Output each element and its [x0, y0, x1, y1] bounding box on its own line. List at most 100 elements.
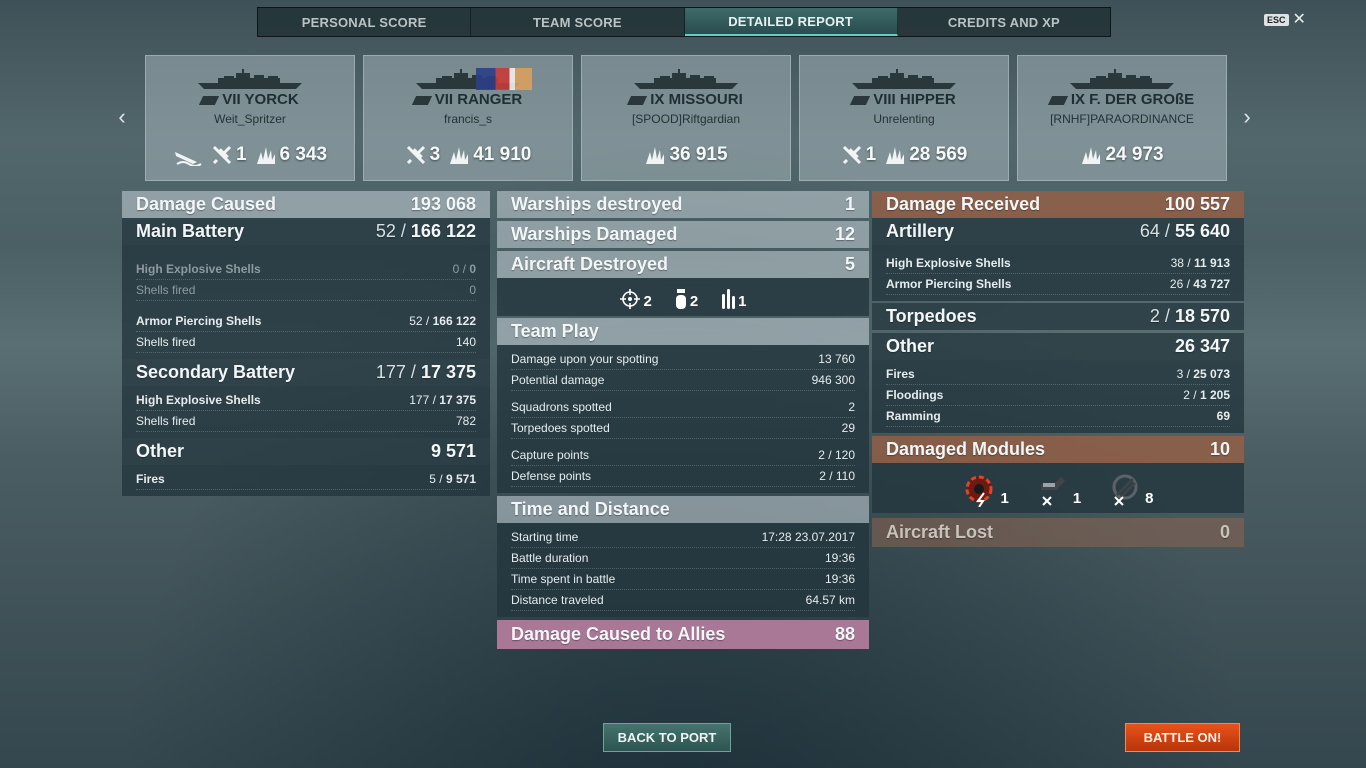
- stat-row: Battle duration 19:36: [511, 548, 855, 569]
- ship-tier: IX: [650, 91, 665, 108]
- player-name: Weit_Spritzer: [214, 112, 286, 126]
- stat-label: Capture points: [511, 448, 590, 462]
- damage-value: 41 910: [473, 144, 532, 165]
- ship-tier: IX: [1070, 91, 1085, 108]
- main-battery-header: Main Battery 52 / 166 122: [122, 218, 490, 245]
- stat-value: 2: [848, 400, 855, 414]
- report-tabs: PERSONAL SCORE TEAM SCORE DETAILED REPOR…: [257, 7, 1111, 37]
- planes-destroyed-stat: 3: [405, 144, 441, 166]
- stat-value: 17:28 23.07.2017: [761, 530, 855, 544]
- received-he-row: High Explosive Shells 38 / 11 913: [886, 253, 1230, 274]
- ship-card[interactable]: VII YORCK Weit_Spritzer 1 6 343: [145, 55, 355, 181]
- stat-row: Time spent in battle 19:36: [511, 569, 855, 590]
- stat-value: 2 / 110: [819, 469, 855, 483]
- stat-label: Potential damage: [511, 373, 605, 387]
- received-ap-row: Armor Piercing Shells 26 / 43 727: [886, 274, 1230, 295]
- stat-row: Torpedoes spotted 29: [511, 418, 855, 439]
- stat-value: 19:36: [824, 551, 855, 565]
- ship-card[interactable]: VII RANGER francis_s 3 41 910: [363, 55, 573, 181]
- damage-to-allies-header: Damage Caused to Allies 88: [497, 620, 869, 649]
- torpedo-icon: 1: [720, 288, 747, 310]
- ship-silhouette-icon: [850, 68, 958, 90]
- back-to-port-button[interactable]: BACK TO PORT: [603, 723, 731, 752]
- tab-detailed-report[interactable]: DETAILED REPORT: [684, 8, 898, 36]
- flag-portrait-icon: [476, 68, 532, 90]
- main-battery-value: 52 / 166 122: [375, 221, 476, 241]
- ship-stats: 3 41 910: [364, 144, 572, 166]
- tab-credits-and-xp[interactable]: CREDITS AND XP: [898, 8, 1110, 36]
- secondary-battery-details: High Explosive Shells 177 / 17 375 Shell…: [122, 386, 490, 438]
- stat-value: 64.57 km: [805, 593, 855, 607]
- stat-label: Defense points: [511, 469, 592, 483]
- close-button[interactable]: ESC ✕: [1264, 12, 1306, 28]
- damage-caused-label: Damage Caused: [136, 194, 277, 214]
- ap-shells-row: Armor Piercing Shells 52 / 166 122: [136, 311, 476, 332]
- ship-card[interactable]: VIII HIPPER Unrelenting 1 28 569: [799, 55, 1009, 181]
- stat-row: Defense points 2 / 110: [511, 466, 855, 487]
- explosion-icon: [450, 147, 469, 164]
- ship-class-icon: [850, 95, 871, 105]
- ap-shells-fired-row: Shells fired 140: [136, 332, 476, 353]
- damage-received-panel: Damage Received 100 557 Artillery 64 / 55…: [872, 191, 1244, 547]
- crosshair-icon: 2: [619, 288, 652, 310]
- ship-name: VIII HIPPER: [800, 91, 1008, 108]
- battle-on-button[interactable]: BATTLE ON!: [1125, 723, 1240, 752]
- other-damage-details: Fires 5 / 9 571: [122, 465, 490, 496]
- ship-name-text: HIPPER: [899, 91, 956, 108]
- stat-value: 2 / 120: [818, 448, 855, 462]
- ship-class-icon: [411, 95, 432, 105]
- damage-value: 28 569: [909, 144, 968, 165]
- ship-tier: VII: [222, 91, 241, 108]
- ship-card[interactable]: IX F. DER GROßE [RNHF]PARAORDINANCE 24 973: [1017, 55, 1227, 181]
- stat-label: Starting time: [511, 530, 579, 544]
- planes-count: 3: [429, 144, 441, 165]
- team-play-details: Damage upon your spotting 13 760 Potential…: [497, 345, 869, 493]
- stat-label: Distance traveled: [511, 593, 604, 607]
- turret-destroyed-icon: 1: [1035, 473, 1081, 507]
- explosion-icon: [1082, 147, 1101, 164]
- warships-destroyed-header: Warships destroyed 1: [497, 191, 869, 218]
- stat-row: Squadrons spotted 2: [511, 397, 855, 418]
- time-distance-header: Time and Distance: [497, 496, 869, 523]
- torpedoes-header: Torpedoes 2 / 18 570: [872, 303, 1244, 330]
- player-name: [SPOOD]Riftgardian: [631, 112, 741, 126]
- other-damage-header: Other 9 571: [122, 438, 490, 465]
- ship-tier: VII: [434, 91, 454, 108]
- received-other-header: Other 26 347: [872, 333, 1244, 360]
- tab-team-score[interactable]: TEAM SCORE: [471, 8, 685, 36]
- artillery-header: Artillery 64 / 55 640: [872, 218, 1244, 245]
- ship-stats: 1 28 569: [800, 144, 1008, 166]
- carousel-prev-arrow-icon[interactable]: ‹: [112, 104, 132, 130]
- ship-name-text: YORCK: [244, 91, 299, 108]
- esc-key-badge: ESC: [1264, 14, 1289, 26]
- ship-card[interactable]: IX MISSOURI [SPOOD]Riftgardian 36 915: [581, 55, 791, 181]
- ship-name-text: RANGER: [457, 91, 523, 108]
- damage-stat: 6 343: [255, 144, 327, 166]
- damage-value: 36 915: [669, 144, 728, 165]
- ship-silhouette-icon: [1068, 68, 1176, 90]
- he-shells-row: High Explosive Shells 0 / 0: [136, 259, 476, 280]
- damage-stat: 28 569: [884, 144, 967, 166]
- engine-damaged-icon: 1: [962, 473, 1009, 507]
- planes-destroyed-stat: 1: [841, 144, 876, 166]
- ship-stats: 24 973: [1018, 144, 1226, 166]
- received-other-details: Fires 3 / 25 073 Floodings 2 / 1 205 Ram…: [872, 360, 1244, 433]
- ship-name: VII YORCK: [146, 91, 354, 108]
- damage-caused-panel: Damage Caused 193 068 Main Battery 52 / …: [122, 191, 490, 496]
- stat-label: Damage upon your spotting: [511, 352, 659, 366]
- aircraft-lost-header: Aircraft Lost 0: [872, 518, 1244, 547]
- carousel-next-arrow-icon[interactable]: ›: [1237, 104, 1257, 130]
- damage-value: 24 973: [1105, 144, 1164, 165]
- damage-caused-value: 193 068: [410, 194, 476, 214]
- ship-tier: VIII: [873, 91, 896, 108]
- combat-summary-panel: Warships destroyed 1 Warships Damaged 12 A…: [497, 191, 869, 649]
- stat-row: Damage upon your spotting 13 760: [511, 349, 855, 370]
- ship-silhouette-icon: [196, 68, 304, 90]
- explosion-icon: [256, 147, 275, 164]
- ship-name: IX MISSOURI: [582, 91, 790, 108]
- close-icon[interactable]: ✕: [1293, 12, 1306, 28]
- stat-row: Potential damage 946 300: [511, 370, 855, 391]
- stat-label: Battle duration: [511, 551, 589, 565]
- tab-personal-score[interactable]: PERSONAL SCORE: [258, 8, 472, 36]
- secondary-fired-row: Shells fired 782: [136, 411, 476, 432]
